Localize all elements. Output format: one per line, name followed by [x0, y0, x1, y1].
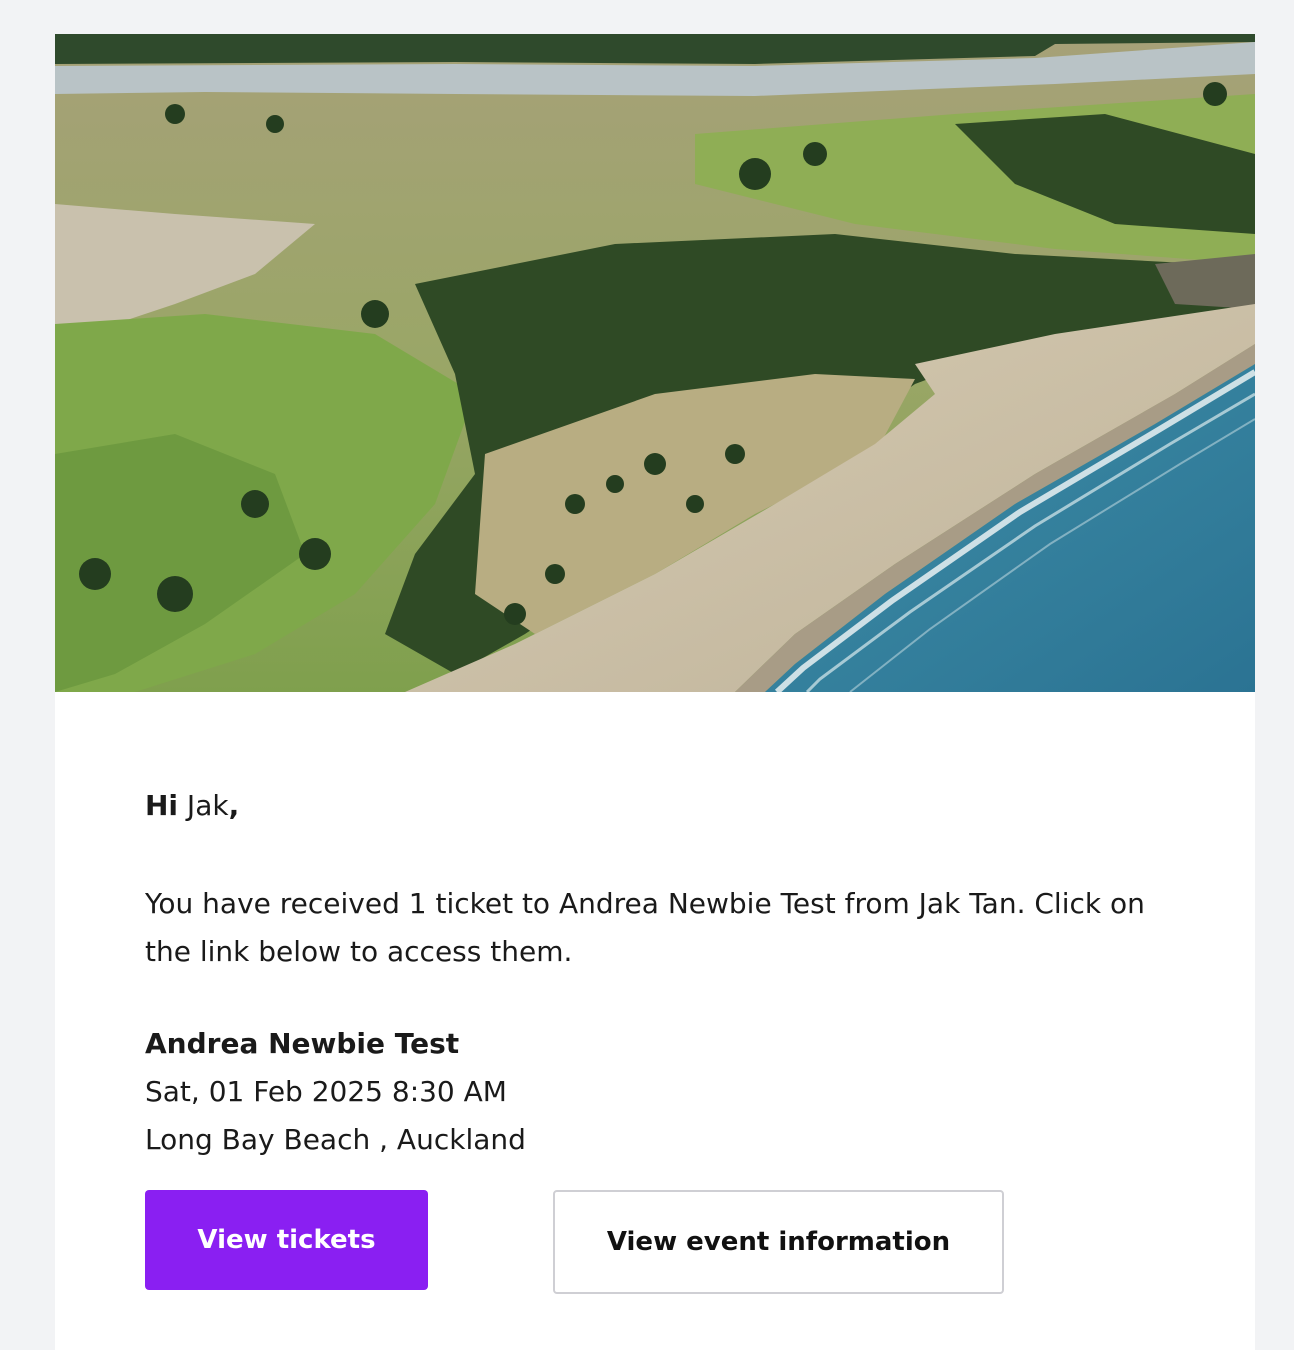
- greeting-name: Jak: [178, 789, 229, 822]
- event-name: Andrea Newbie Test: [145, 1027, 460, 1060]
- greeting-comma: ,: [228, 789, 240, 822]
- view-tickets-button[interactable]: View tickets: [145, 1190, 428, 1290]
- view-event-information-button[interactable]: View event information: [553, 1190, 1004, 1294]
- event-location: Long Bay Beach , Auckland: [145, 1123, 526, 1156]
- email-card: Hi Jak, You have received 1 ticket to An…: [55, 34, 1255, 1350]
- event-date: Sat, 01 Feb 2025 8:30 AM: [145, 1075, 507, 1108]
- ticket-message: You have received 1 ticket to Andrea New…: [145, 887, 1145, 968]
- greeting-hi: Hi: [145, 789, 179, 822]
- hero-image: [55, 34, 1255, 692]
- greeting: Hi Jak,: [145, 786, 239, 826]
